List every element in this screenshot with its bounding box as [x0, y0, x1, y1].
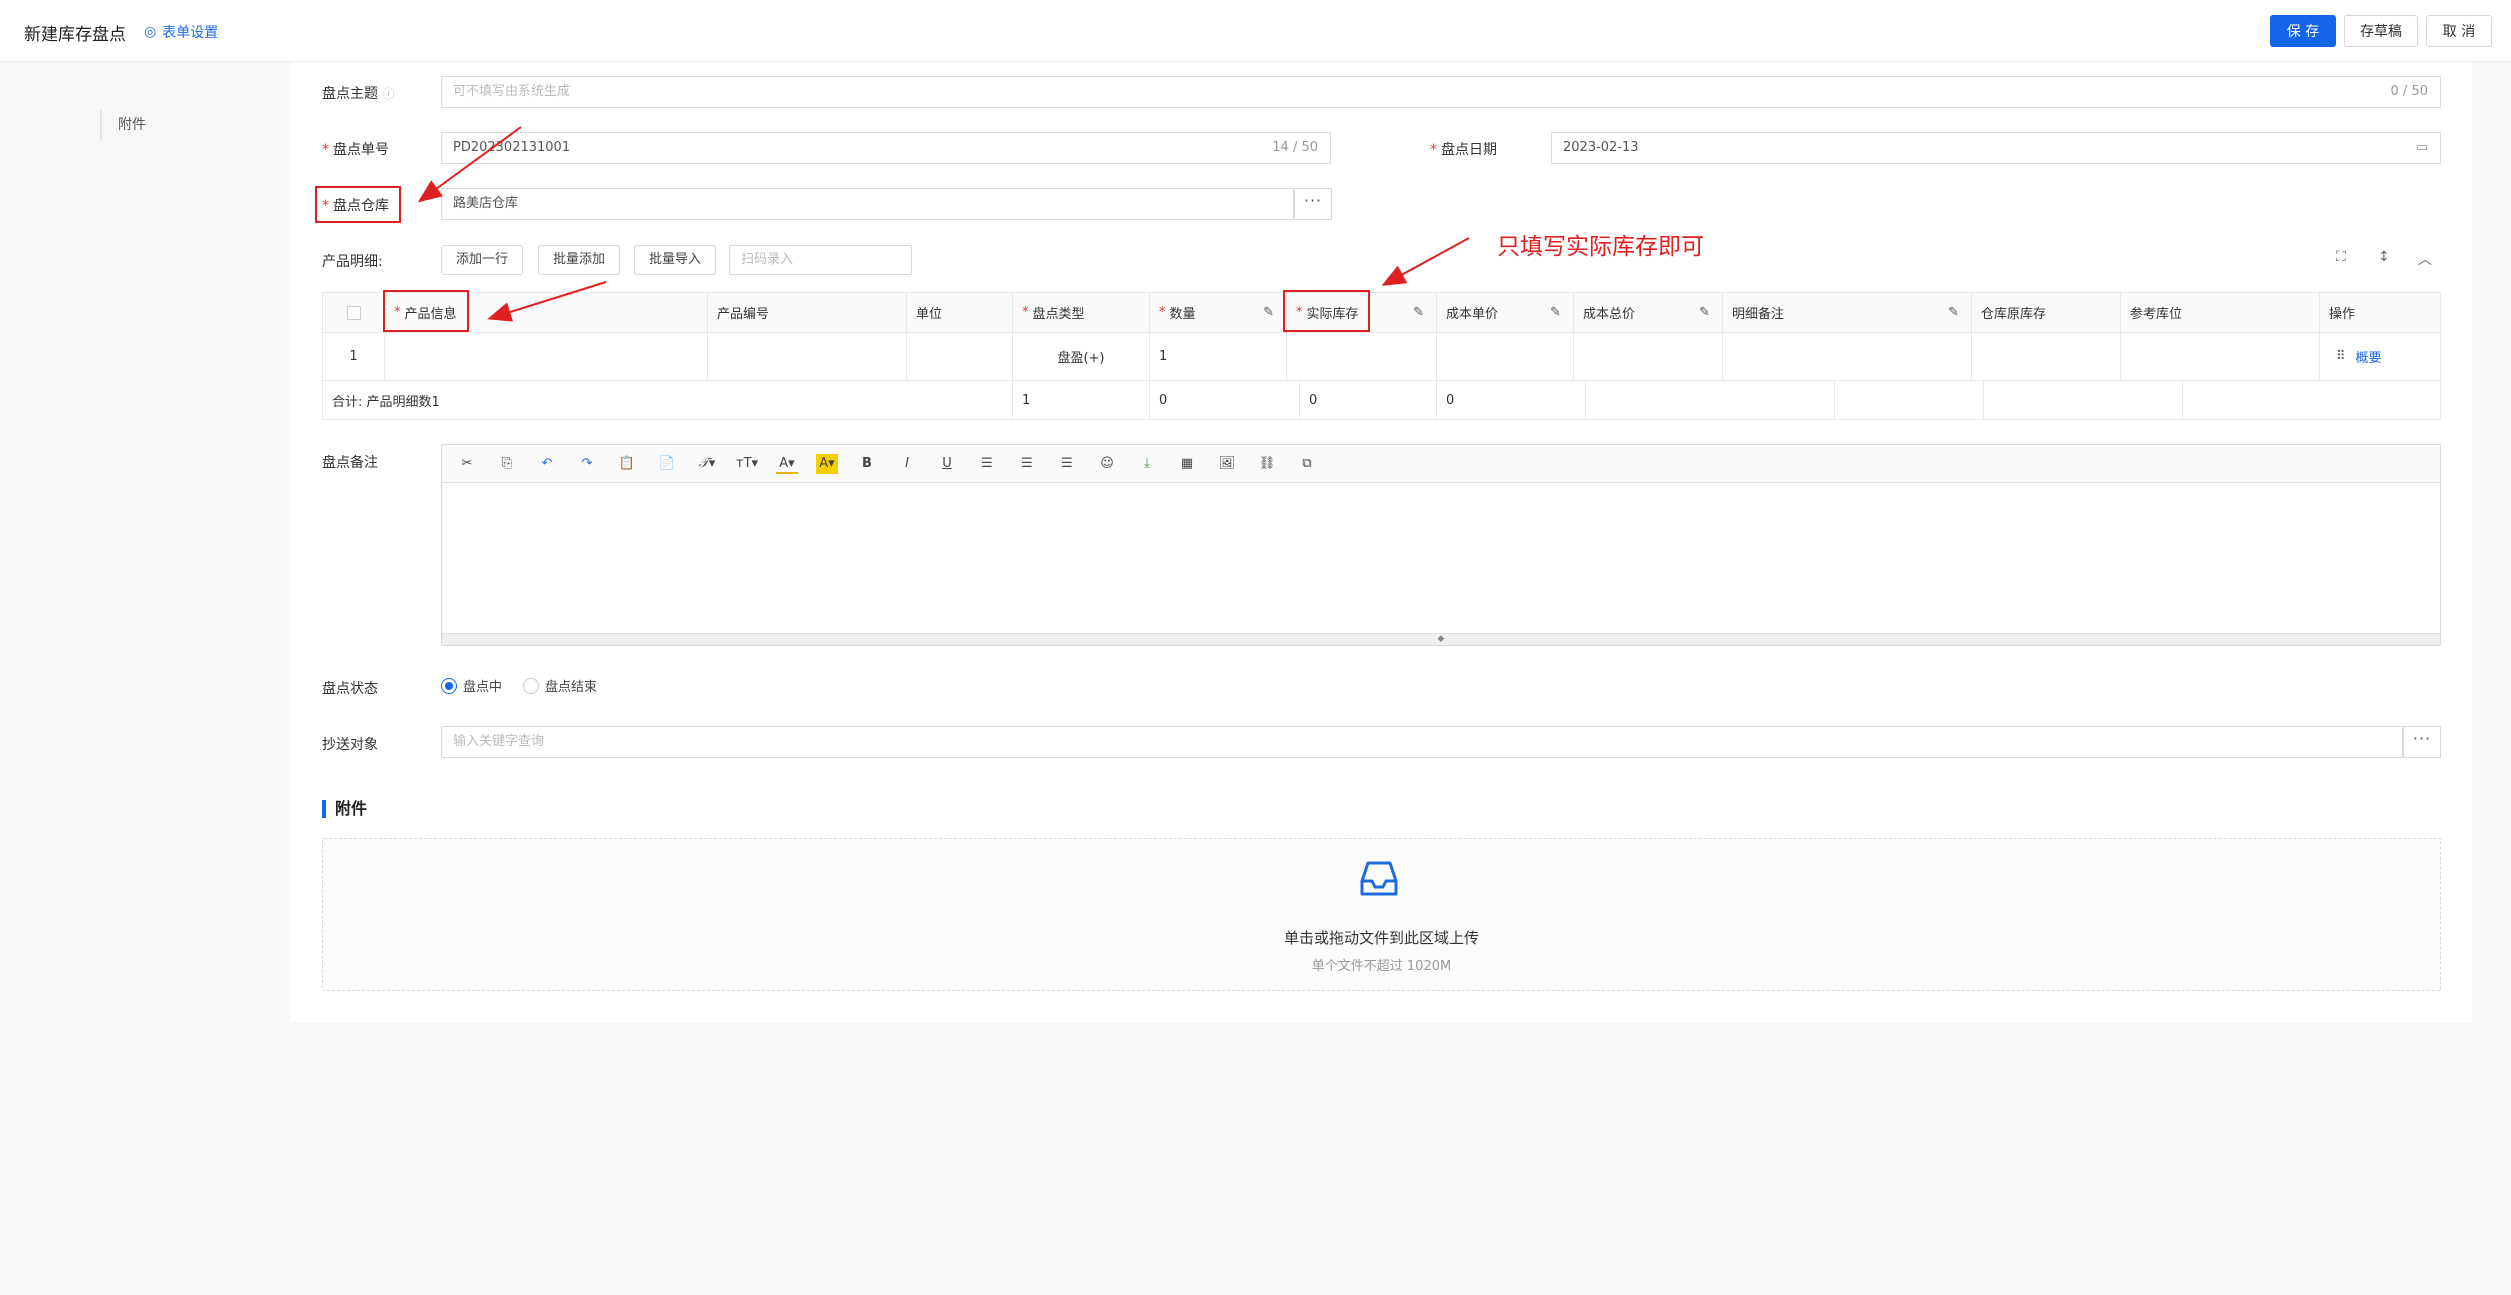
annotation-note: 只填写实际库存即可: [1497, 234, 1704, 260]
arrow-to-actual-stock: [1381, 237, 1470, 286]
arrow-to-warehouse: [417, 126, 522, 203]
arrow-to-product-info: [487, 281, 607, 322]
annotation-arrows: [417, 126, 1470, 322]
